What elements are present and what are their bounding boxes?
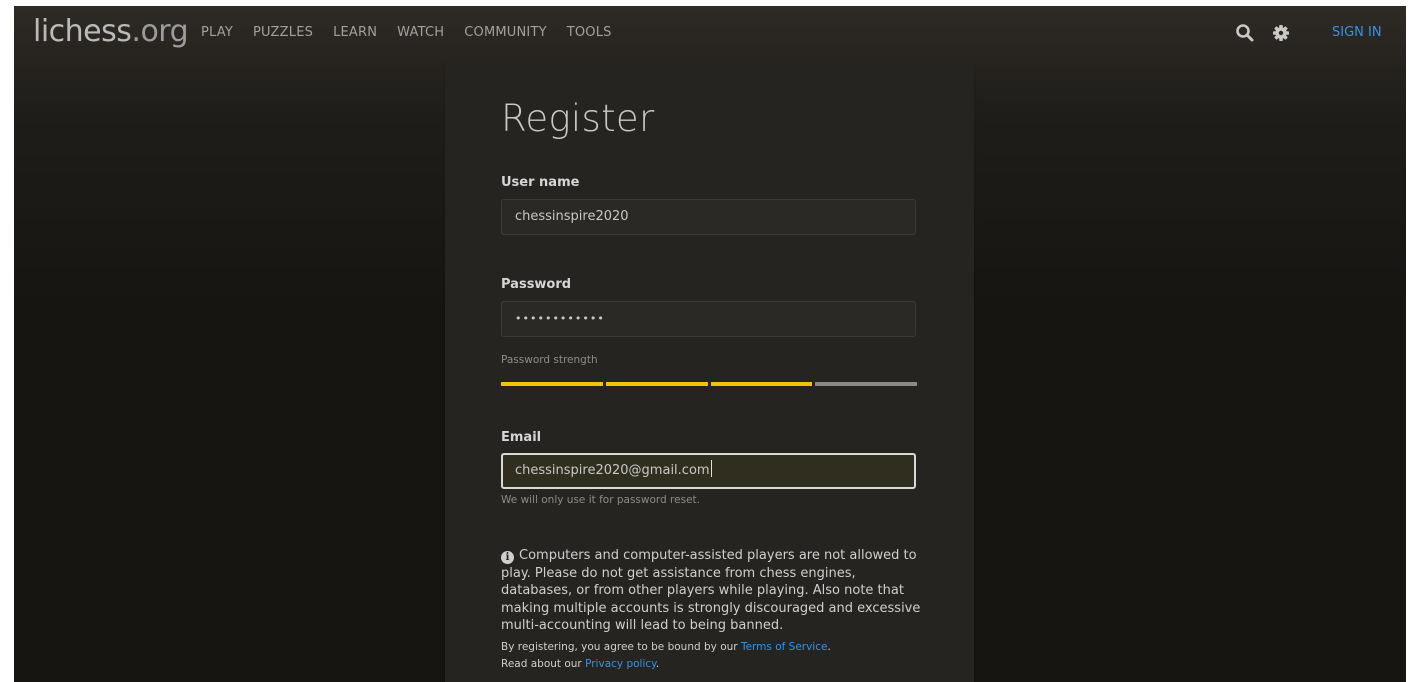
site-logo[interactable]: lichess.org	[33, 14, 189, 49]
strength-segment	[605, 382, 708, 386]
strength-segment	[710, 382, 813, 386]
info-icon: i	[501, 551, 514, 564]
email-input[interactable]: chessinspire2020@gmail.com	[501, 453, 916, 489]
nav-community[interactable]: COMMUNITY	[464, 25, 547, 40]
fair-play-notice: i Computers and computer-assisted players…	[501, 547, 921, 635]
privacy-prefix: Read about our	[501, 658, 586, 670]
strength-segment	[815, 382, 917, 386]
password-strength-meter	[501, 382, 917, 386]
username-input[interactable]: chessinspire2020	[501, 199, 916, 235]
terms-suffix: .	[827, 641, 831, 653]
privacy-line: Read about our Privacy policy.	[501, 658, 921, 670]
page-title: Register	[501, 97, 655, 140]
nav-learn[interactable]: LEARN	[333, 25, 377, 40]
strength-segment	[501, 382, 603, 386]
email-input-value: chessinspire2020@gmail.com	[515, 463, 710, 478]
terms-of-service-link[interactable]: Terms of Service	[741, 641, 828, 653]
nav-tools[interactable]: TOOLS	[567, 25, 612, 40]
nav-play[interactable]: PLAY	[201, 25, 233, 40]
page-frame: lichess.org PLAY PUZZLES LEARN WATCH COM…	[14, 6, 1406, 682]
password-strength-label: Password strength	[501, 354, 598, 366]
privacy-suffix: .	[655, 658, 660, 670]
sign-in-link[interactable]: SIGN IN	[1332, 25, 1382, 40]
terms-prefix: By registering, you agree to be bound by…	[501, 641, 741, 653]
privacy-policy-link[interactable]: Privacy policy	[585, 658, 656, 670]
logo-tld: .org	[131, 14, 189, 49]
username-label: User name	[501, 175, 580, 190]
text-caret	[710, 460, 712, 477]
gear-icon[interactable]	[1270, 21, 1292, 45]
terms-line: By registering, you agree to be bound by…	[501, 641, 921, 653]
main-nav: PLAY PUZZLES LEARN WATCH COMMUNITY TOOLS	[201, 25, 632, 40]
top-bar: lichess.org PLAY PUZZLES LEARN WATCH COM…	[14, 6, 1406, 58]
password-input[interactable]: ••••••••••••	[501, 301, 916, 337]
email-label: Email	[501, 430, 542, 445]
nav-puzzles[interactable]: PUZZLES	[253, 25, 313, 40]
nav-watch[interactable]: WATCH	[397, 25, 444, 40]
email-hint: We will only use it for password reset.	[501, 494, 700, 506]
logo-main: lichess	[33, 14, 132, 49]
notice-text: Computers and computer-assisted players …	[501, 548, 921, 633]
password-label: Password	[501, 277, 572, 292]
register-panel: Register User name chessinspire2020 Pass…	[445, 61, 974, 682]
search-icon[interactable]	[1234, 21, 1256, 45]
